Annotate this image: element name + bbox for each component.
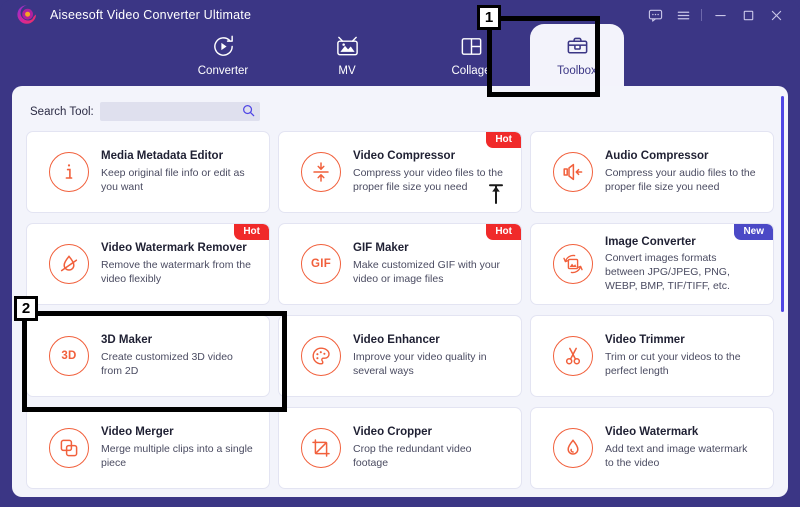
tool-card-image-converter[interactable]: New Image Converter Convert images forma… (530, 223, 774, 305)
watermark-remove-icon (49, 244, 89, 284)
scrollbar-track[interactable] (780, 92, 785, 491)
tool-desc: Make customized GIF with your video or i… (353, 258, 501, 285)
collage-icon (459, 34, 484, 60)
search-input-wrap[interactable] (99, 102, 260, 122)
tab-collage-label: Collage (451, 64, 491, 77)
tool-desc: Improve your video quality in several wa… (353, 350, 487, 377)
tool-title: Video Trimmer (605, 334, 685, 347)
tool-card-video-compressor[interactable]: Hot Video Compressor Compress your video… (278, 131, 522, 213)
badge-hot: Hot (234, 224, 269, 240)
tool-title: Media Metadata Editor (101, 150, 224, 163)
tab-mv[interactable]: MV (300, 24, 394, 86)
tool-card-media-metadata-editor[interactable]: Media Metadata Editor Keep original file… (26, 131, 270, 213)
toolbox-icon (565, 34, 590, 60)
tab-collage[interactable]: Collage (424, 24, 518, 86)
tool-desc: Merge multiple clips into a single piece (101, 442, 253, 469)
tool-desc: Add text and image watermark to the vide… (605, 442, 748, 469)
tool-desc: Compress your audio files to the proper … (605, 166, 756, 193)
scrollbar-thumb[interactable] (781, 96, 784, 312)
tab-toolbox[interactable]: Toolbox (530, 24, 624, 86)
tool-card-audio-compressor[interactable]: Audio Compressor Compress your audio fil… (530, 131, 774, 213)
mv-icon (335, 34, 360, 60)
tool-title: Audio Compressor (605, 150, 709, 163)
tool-desc: Convert images formats between JPG/JPEG,… (605, 251, 730, 292)
tab-mv-label: MV (338, 64, 356, 77)
tool-title: Video Watermark Remover (101, 242, 247, 255)
tool-desc: Keep original file info or edit as you w… (101, 166, 245, 193)
annotation-number-2: 2 (14, 296, 38, 321)
crop-icon (301, 428, 341, 468)
tool-card-video-cropper[interactable]: Video Cropper Crop the redundant video f… (278, 407, 522, 489)
controls-divider (701, 9, 702, 21)
annotation-number-1: 1 (477, 5, 501, 30)
palette-icon (301, 336, 341, 376)
badge-hot: Hot (486, 132, 521, 148)
tool-card-video-watermark-remover[interactable]: Hot Video Watermark Remover Remove the w… (26, 223, 270, 305)
app-title: Aiseesoft Video Converter Ultimate (50, 8, 252, 22)
speaker-compress-icon (553, 152, 593, 192)
tool-title: Video Enhancer (353, 334, 440, 347)
tool-desc: Compress your video files to the proper … (353, 166, 503, 193)
tool-desc: Crop the redundant video footage (353, 442, 472, 469)
tool-desc: Trim or cut your videos to the perfect l… (605, 350, 741, 377)
image-convert-icon (553, 244, 593, 284)
tool-title: Video Merger (101, 426, 174, 439)
tab-converter-label: Converter (197, 64, 249, 77)
tab-toolbox-label: Toolbox (557, 64, 597, 77)
compress-arrows-icon (301, 152, 341, 192)
search-label: Search Tool: (30, 105, 94, 118)
badge-new: New (734, 224, 773, 240)
tool-title: GIF Maker (353, 242, 409, 255)
3d-icon: 3D (49, 336, 89, 376)
tool-card-video-trimmer[interactable]: Video Trimmer Trim or cut your videos to… (530, 315, 774, 397)
info-icon (49, 152, 89, 192)
tools-grid: Media Metadata Editor Keep original file… (12, 131, 788, 497)
search-row: Search Tool: (12, 86, 788, 131)
tool-card-gif-maker[interactable]: Hot GIF GIF Maker Make customized GIF wi… (278, 223, 522, 305)
tab-converter[interactable]: Converter (176, 24, 270, 86)
tool-title: 3D Maker (101, 334, 153, 347)
tool-card-video-merger[interactable]: Video Merger Merge multiple clips into a… (26, 407, 270, 489)
badge-hot: Hot (486, 224, 521, 240)
tool-card-3d-maker[interactable]: 3D 3D Maker Create customized 3D video f… (26, 315, 270, 397)
tool-card-video-enhancer[interactable]: Video Enhancer Improve your video qualit… (278, 315, 522, 397)
tool-title: Video Compressor (353, 150, 456, 163)
toolbox-panel: Search Tool: Media Metadata Editor Keep … (12, 86, 788, 497)
tool-title: Video Watermark (605, 426, 699, 439)
tool-card-video-watermark[interactable]: Video Watermark Add text and image water… (530, 407, 774, 489)
gif-icon: GIF (301, 244, 341, 284)
tool-desc: Create customized 3D video from 2D (101, 350, 233, 377)
main-tabs: Converter MV Collage Toolbox (0, 24, 800, 86)
merge-squares-icon (49, 428, 89, 468)
search-input[interactable] (104, 105, 240, 118)
application-window: Aiseesoft Video Converter Ultimate Conve… (0, 0, 800, 507)
droplet-icon (553, 428, 593, 468)
tool-title: Video Cropper (353, 426, 433, 439)
search-icon[interactable] (242, 104, 255, 122)
converter-icon (211, 34, 236, 60)
tool-desc: Remove the watermark from the video flex… (101, 258, 251, 285)
scissors-icon (553, 336, 593, 376)
